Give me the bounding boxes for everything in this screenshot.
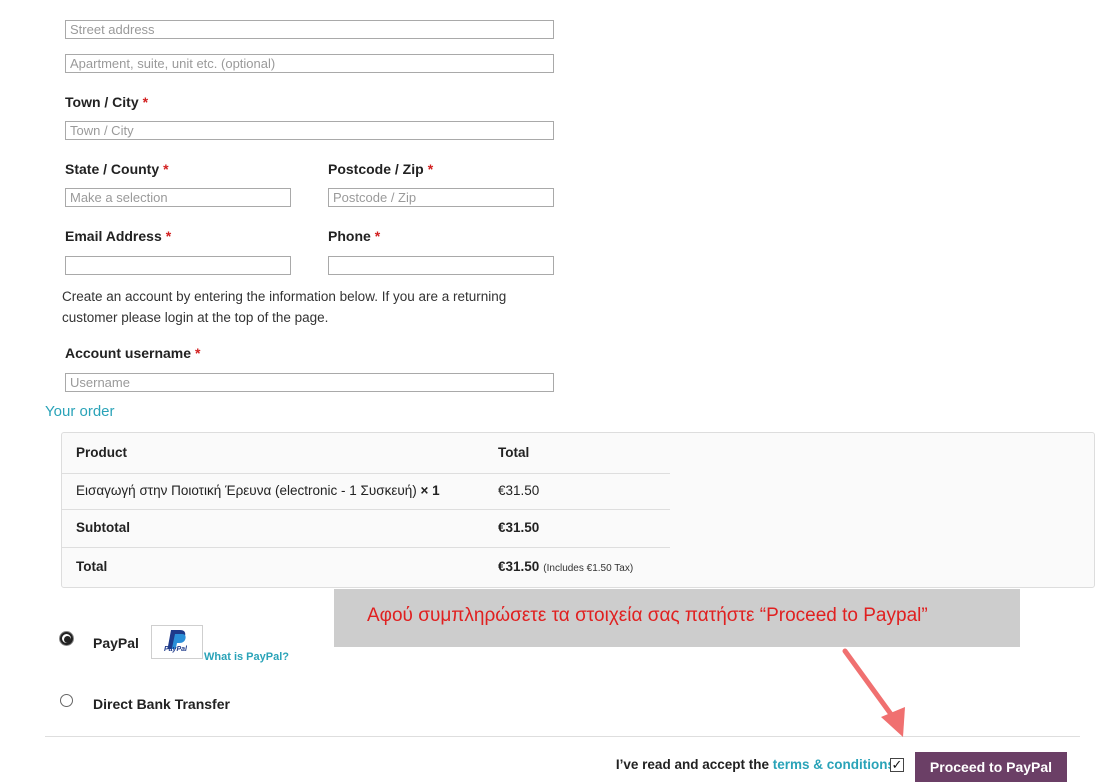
paypal-icon bbox=[167, 630, 186, 649]
terms-checkbox[interactable]: ✓ bbox=[890, 758, 904, 772]
terms-link[interactable]: terms & conditions bbox=[773, 757, 895, 772]
tax-note: (Includes €1.50 Tax) bbox=[543, 563, 634, 574]
paypal-label: PayPal bbox=[93, 635, 139, 651]
phone-input[interactable] bbox=[328, 256, 554, 275]
required-mark: * bbox=[195, 345, 201, 361]
required-mark: * bbox=[165, 228, 172, 244]
apartment-input[interactable] bbox=[65, 54, 554, 73]
paypal-logo: PayPal bbox=[151, 625, 203, 659]
state-select[interactable] bbox=[65, 188, 291, 207]
column-header-product: Product bbox=[76, 445, 128, 460]
required-mark: * bbox=[142, 94, 149, 110]
order-item-name: Εισαγωγή στην Ποιοτική Έρευνα (electroni… bbox=[76, 483, 440, 498]
required-mark: * bbox=[427, 161, 434, 177]
email-label: Email Address * bbox=[65, 228, 172, 244]
divider bbox=[62, 473, 670, 474]
paypal-radio[interactable] bbox=[60, 632, 73, 645]
postcode-input[interactable] bbox=[328, 188, 554, 207]
subtotal-value: €31.50 bbox=[498, 520, 540, 535]
divider bbox=[45, 736, 1080, 737]
required-mark: * bbox=[163, 161, 169, 177]
phone-label: Phone * bbox=[328, 228, 381, 244]
column-header-total: Total bbox=[498, 445, 530, 460]
divider bbox=[62, 547, 670, 548]
instruction-text: Αφού συμπληρώσετε τα στοιχεία σας πατήστ… bbox=[367, 605, 928, 626]
username-input[interactable] bbox=[65, 373, 554, 392]
subtotal-label: Subtotal bbox=[76, 520, 130, 535]
state-label: State / County * bbox=[65, 161, 169, 177]
username-label: Account username * bbox=[65, 345, 201, 361]
order-item-qty: × 1 bbox=[420, 483, 440, 498]
bank-transfer-label: Direct Bank Transfer bbox=[93, 696, 230, 712]
your-order-heading: Your order bbox=[45, 403, 115, 420]
postcode-label: Postcode / Zip * bbox=[328, 161, 434, 177]
town-label: Town / City * bbox=[65, 94, 149, 110]
paypal-logo-text: PayPal bbox=[164, 646, 187, 653]
divider bbox=[62, 509, 670, 510]
street-address-input[interactable] bbox=[65, 20, 554, 39]
accept-terms-text: I’ve read and accept the terms & conditi… bbox=[615, 757, 895, 772]
proceed-to-paypal-button[interactable]: Proceed to PayPal bbox=[915, 752, 1067, 782]
instruction-callout: Αφού συμπληρώσετε τα στοιχεία σας πατήστ… bbox=[334, 589, 1020, 647]
required-mark: * bbox=[374, 228, 381, 244]
bank-transfer-radio[interactable] bbox=[60, 694, 73, 707]
town-input[interactable] bbox=[65, 121, 554, 140]
account-note: Create an account by entering the inform… bbox=[62, 289, 507, 325]
arrow-icon bbox=[842, 648, 905, 737]
order-item-total: €31.50 bbox=[498, 483, 540, 498]
total-value: €31.50 (Includes €1.50 Tax) bbox=[498, 559, 634, 574]
total-label: Total bbox=[76, 559, 108, 574]
email-input[interactable] bbox=[65, 256, 291, 275]
what-is-paypal-link[interactable]: What is PayPal? bbox=[204, 651, 289, 663]
